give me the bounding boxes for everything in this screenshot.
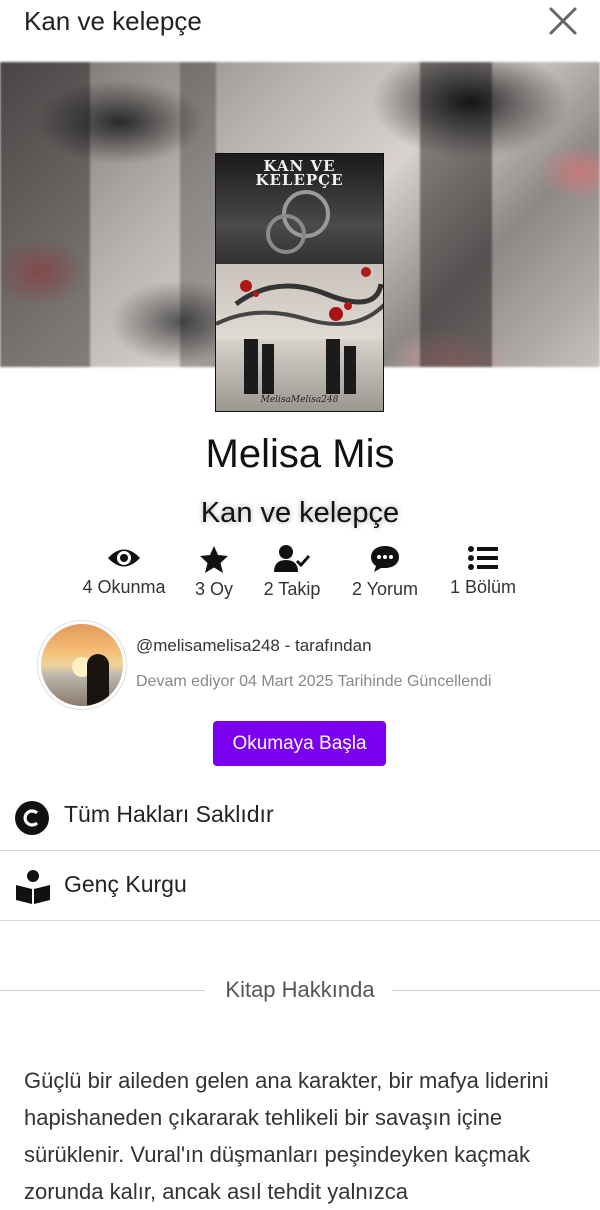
copyright-label: Tüm Hakları Saklıdır [64,801,274,827]
comment-icon [371,546,399,572]
author-byline[interactable]: @melisamelisa248 - tarafından [136,636,372,656]
top-bar: Kan ve kelepçe [0,0,600,62]
update-status: Devam ediyor 04 Mart 2025 Tarihinde Günc… [136,673,492,690]
reader-book-icon [16,870,50,904]
cover-signature: MelisaMelisa248 [260,395,339,405]
cover-title-line2: KELEPÇE [255,171,344,189]
list-icon [468,546,498,570]
stat-label: 3 Oy [194,579,233,599]
stat-label: 2 Takip [263,579,321,599]
category-label: Genç Kurgu [64,871,187,897]
stat-votes: 3 Oy [184,545,244,600]
book-cover[interactable]: KAN VE KELEPÇE MelisaMelisa248 [215,153,384,412]
star-icon [200,546,228,573]
stat-chapters: 1 Bölüm [441,545,525,598]
stat-label: 4 Okunma [82,577,166,597]
about-heading: Kitap Hakkında [225,977,375,1002]
stat-comments: 2 Yorum [342,545,428,600]
book-description: Güçlü bir aileden gelen ana karakter, bi… [24,1068,549,1204]
page-title: Kan ve kelepçe [24,6,202,36]
info-row-category[interactable]: Genç Kurgu [0,851,600,921]
stat-follows: 2 Takip [256,545,328,600]
info-row-copyright: Tüm Hakları Saklıdır [0,781,600,851]
stat-reads: 4 Okunma [70,545,178,598]
close-icon[interactable] [546,4,580,38]
start-reading-button[interactable]: Okumaya Başla [213,721,386,766]
stat-label: 1 Bölüm [449,577,517,597]
copyright-icon [15,801,49,835]
eye-icon [108,549,140,567]
avatar[interactable] [38,621,126,709]
about-section-header: Kitap Hakkında [0,972,600,1008]
user-check-icon [274,545,310,572]
book-title: Kan ve kelepçe [200,497,400,529]
stat-label: 2 Yorum [351,579,419,599]
author-name[interactable]: Melisa Mis [0,432,600,477]
